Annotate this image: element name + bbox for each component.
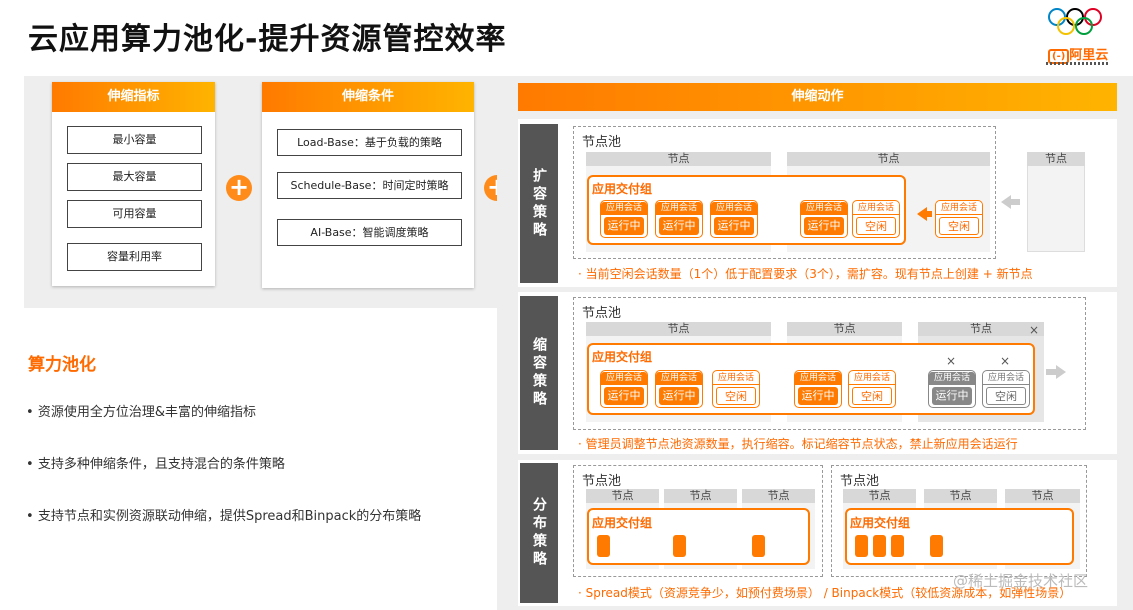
- actions-header: 伸缩动作: [518, 83, 1117, 111]
- pooling-bullet: • 支持多种伸缩条件，且支持混合的条件策略: [26, 457, 285, 472]
- close-icon: ×: [946, 354, 957, 368]
- close-icon: ×: [1029, 323, 1040, 337]
- node-title: 节点: [742, 489, 815, 503]
- metric-item: 最大容量: [67, 163, 202, 191]
- node-pool-title: 节点池: [582, 474, 622, 489]
- node-title: 节点: [924, 489, 997, 503]
- app-session: 应用会话 运行中: [655, 370, 703, 408]
- conditions-header: 伸缩条件: [262, 82, 474, 112]
- delivery-group-title: 应用交付组: [592, 182, 653, 196]
- app-session: 应用会话 运行中: [600, 200, 648, 238]
- node-title: 节点: [787, 322, 902, 336]
- app-instance: [855, 535, 868, 557]
- condition-item: Schedule-Base：时间定时策略: [277, 172, 462, 199]
- logo-text: (-) 阿里云: [1048, 44, 1108, 64]
- node-title: 节点: [787, 152, 990, 166]
- plus-icon: +: [226, 175, 252, 201]
- app-session: 应用会话 运行中: [655, 200, 703, 238]
- expand-label: 扩容策略: [520, 124, 558, 283]
- app-instance: [873, 535, 886, 557]
- conditions-card: 伸缩条件 Load-Base：基于负载的策略 Schedule-Base：时间定…: [262, 82, 474, 288]
- aliyun-logo: (-) 阿里云: [1042, 4, 1112, 68]
- watermark: @稀土掘金技术社区: [953, 572, 1089, 590]
- delivery-group-title: 应用交付组: [592, 516, 653, 530]
- pooling-title: 算力池化: [28, 355, 96, 375]
- pooling-bullet: • 支持节点和实例资源联动伸缩，提供Spread和Binpack的分布策略: [26, 509, 422, 524]
- app-session: 应用会话 运行中: [928, 370, 976, 408]
- condition-item: Load-Base：基于负载的策略: [277, 129, 462, 156]
- node-title: 节点: [586, 489, 659, 503]
- app-session: 应用会话 空闲: [848, 370, 896, 408]
- expand-note: · 当前空闲会话数量（1个）低于配置要求（3个），需扩容。现有节点上创建 + 新…: [578, 267, 1033, 281]
- condition-item: AI-Base：智能调度策略: [277, 219, 462, 246]
- metric-item: 容量利用率: [67, 243, 202, 271]
- node-pool-title: 节点池: [582, 135, 622, 150]
- node-title: 节点: [664, 489, 737, 503]
- app-session: 应用会话 运行中: [600, 370, 648, 408]
- node-title: 节点: [1005, 489, 1080, 503]
- shrink-note: · 管理员调整节点池资源数量，执行缩容。标记缩容节点状态，禁止新应用会话运行: [578, 437, 1018, 451]
- new-node: [1027, 152, 1085, 252]
- delivery-group-title: 应用交付组: [592, 350, 653, 364]
- node-title: 节点: [843, 489, 916, 503]
- metrics-card: 伸缩指标 最小容量 最大容量 可用容量 容量利用率: [52, 82, 215, 286]
- node-title: 节点: [586, 152, 771, 166]
- metric-item: 最小容量: [67, 126, 202, 154]
- app-session: 应用会话 空闲: [852, 200, 900, 238]
- new-node-title: 节点: [1027, 152, 1085, 166]
- node-title: 节点: [586, 322, 771, 336]
- shrink-label: 缩容策略: [520, 296, 558, 450]
- app-session: 应用会话 运行中: [794, 370, 842, 408]
- app-session: 应用会话 空闲: [982, 370, 1030, 408]
- app-session: 应用会话 运行中: [800, 200, 848, 238]
- close-icon: ×: [1000, 354, 1011, 368]
- app-session: 应用会话 运行中: [710, 200, 758, 238]
- app-instance: [752, 535, 765, 557]
- metrics-header: 伸缩指标: [52, 82, 215, 112]
- node-pool-title: 节点池: [582, 306, 622, 321]
- app-instance: [891, 535, 904, 557]
- node-pool-title: 节点池: [840, 474, 880, 489]
- node-title: 节点: [918, 322, 1044, 336]
- app-session: 应用会话 空闲: [935, 200, 983, 238]
- metric-item: 可用容量: [67, 200, 202, 228]
- app-session: 应用会话 空闲: [712, 370, 760, 408]
- page-title: 云应用算力池化-提升资源管控效率: [28, 22, 507, 57]
- arrow-right-icon: [1056, 365, 1066, 379]
- app-instance: [673, 535, 686, 557]
- app-instance: [930, 535, 943, 557]
- delivery-group-title: 应用交付组: [850, 516, 911, 530]
- distribute-label: 分布策略: [520, 463, 558, 603]
- pooling-bullet: • 资源使用全方位治理&丰富的伸缩指标: [26, 405, 256, 420]
- app-instance: [597, 535, 610, 557]
